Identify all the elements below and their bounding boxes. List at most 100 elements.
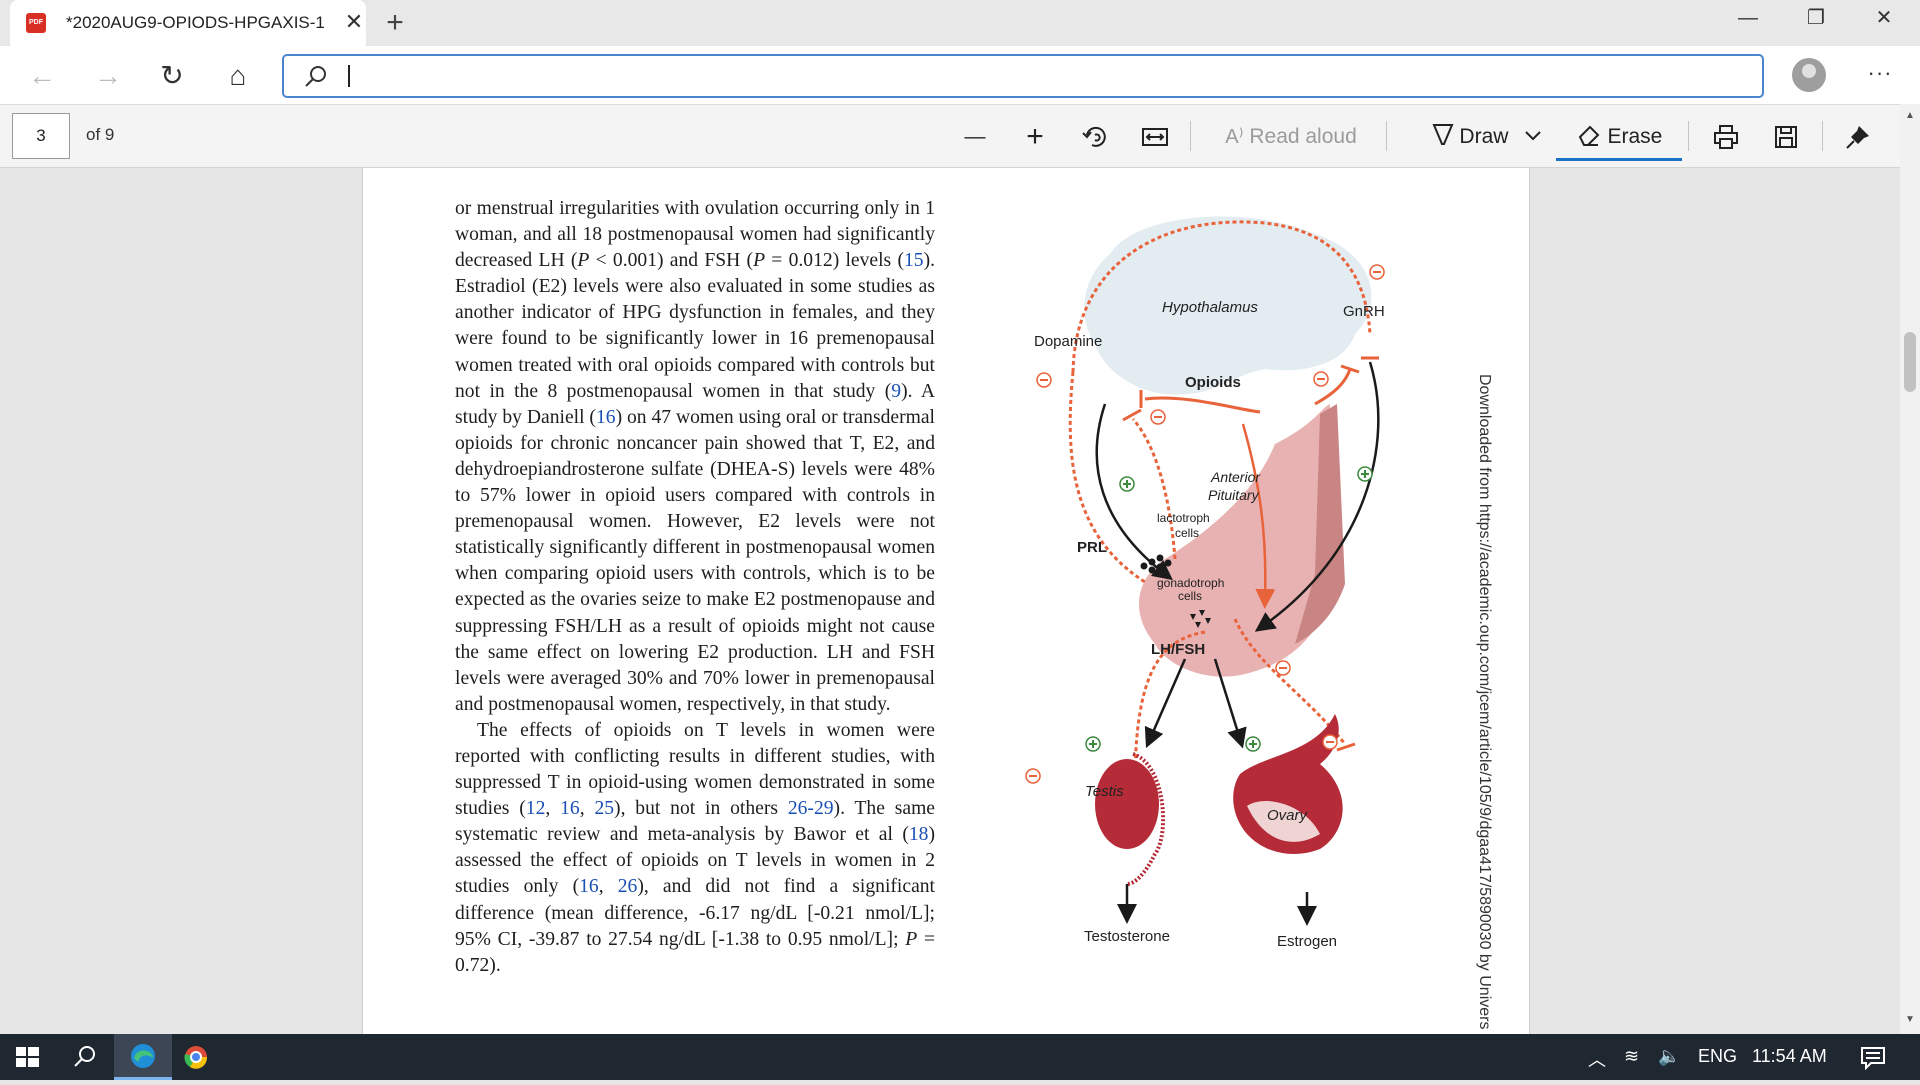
chrome-browser-icon bbox=[184, 1046, 208, 1069]
reference-link[interactable]: 16 bbox=[579, 876, 599, 897]
print-button[interactable] bbox=[1710, 119, 1742, 155]
profile-avatar[interactable] bbox=[1792, 58, 1826, 92]
text-run: P bbox=[905, 928, 918, 950]
label-lactotroph-cells: cells bbox=[1175, 526, 1199, 540]
action-center-icon bbox=[1861, 1047, 1885, 1071]
minimize-button[interactable]: — bbox=[1718, 0, 1778, 38]
home-button[interactable]: ⌂ bbox=[218, 56, 258, 96]
reference-link[interactable]: 25 bbox=[594, 798, 614, 819]
text-run: , bbox=[545, 798, 561, 820]
text-run: ) on 47 women using oral or transdermal … bbox=[455, 406, 935, 715]
text-run: ). Estradiol (E2) levels were also evalu… bbox=[455, 250, 935, 402]
navigation-bar: ← → ↻ ⌂ ··· bbox=[0, 46, 1920, 104]
draw-label: Draw bbox=[1459, 125, 1509, 148]
toolbar-divider bbox=[1386, 121, 1387, 151]
text-run: P bbox=[753, 250, 766, 272]
scrollbar-thumb[interactable] bbox=[1904, 332, 1916, 392]
reference-link[interactable]: 9 bbox=[891, 381, 901, 402]
text-run: P bbox=[577, 250, 590, 272]
scroll-up-arrow-icon[interactable]: ▲ bbox=[1900, 110, 1920, 124]
read-aloud-button[interactable]: A⁾ Read aloud bbox=[1218, 119, 1364, 155]
more-options-button[interactable]: ··· bbox=[1860, 58, 1900, 92]
toolbar-divider bbox=[1688, 121, 1689, 151]
eraser-icon bbox=[1578, 125, 1600, 146]
reference-link[interactable]: 26 bbox=[618, 876, 638, 897]
reference-link[interactable]: 12 bbox=[526, 798, 546, 819]
close-window-button[interactable]: ✕ bbox=[1854, 0, 1914, 38]
wifi-icon[interactable]: ≋ bbox=[1624, 1046, 1639, 1067]
page-number-input[interactable]: 3 bbox=[12, 113, 70, 159]
pin-icon bbox=[1846, 126, 1869, 149]
testis-shape bbox=[1095, 759, 1159, 849]
tab-active[interactable]: PDF *2020AUG9-OPIODS-HPGAXIS-1 ✕ bbox=[10, 0, 366, 46]
vertical-scrollbar[interactable]: ▲ ▼ bbox=[1900, 104, 1920, 1034]
label-opioids: Opioids bbox=[1185, 374, 1241, 391]
erase-button[interactable]: Erase bbox=[1556, 119, 1682, 161]
hpg-axis-figure: Hypothalamus GnRH Dopamine Opioids Anter… bbox=[1025, 216, 1385, 950]
tab-strip: PDF *2020AUG9-OPIODS-HPGAXIS-1 ✕ + — ❐ ✕ bbox=[0, 0, 1920, 46]
draw-button[interactable]: Draw bbox=[1412, 119, 1528, 155]
clock[interactable]: 11:54 AM bbox=[1752, 1046, 1827, 1067]
label-gnrh: GnRH bbox=[1343, 303, 1385, 320]
paragraph-2: The effects of opioids on T levels in wo… bbox=[455, 718, 935, 979]
search-icon bbox=[74, 1046, 95, 1067]
label-anterior: Anterior bbox=[1210, 469, 1261, 485]
notifications-icon[interactable] bbox=[1860, 1046, 1886, 1075]
fit-width-icon bbox=[1142, 128, 1168, 146]
address-bar[interactable] bbox=[282, 54, 1764, 98]
text-run: < 0.001) and FSH ( bbox=[589, 250, 754, 272]
reference-link[interactable]: 15 bbox=[904, 250, 924, 271]
taskbar-search-button[interactable] bbox=[56, 1034, 112, 1080]
forward-button[interactable]: → bbox=[88, 56, 128, 96]
volume-icon[interactable]: 🔈 bbox=[1658, 1046, 1680, 1067]
pdf-toolbar: 3 of 9 — + A⁾ Read aloud Draw Erase bbox=[0, 104, 1920, 168]
watermark-text: Downloaded from https://academic.oup.com… bbox=[1476, 374, 1493, 1030]
reference-link[interactable]: 16 bbox=[596, 407, 616, 428]
taskbar-chrome-button[interactable] bbox=[172, 1034, 228, 1080]
reference-link[interactable]: 16 bbox=[560, 798, 580, 819]
text-run: ), but not in others bbox=[614, 798, 788, 820]
draw-options-chevron-icon[interactable] bbox=[1518, 119, 1548, 155]
reference-link[interactable]: 26-29 bbox=[788, 798, 834, 819]
label-testis: Testis bbox=[1085, 783, 1124, 800]
windows-logo-icon bbox=[16, 1047, 39, 1067]
document-viewer[interactable]: or menstrual irregularities with ovulati… bbox=[0, 168, 1900, 1034]
save-button[interactable] bbox=[1770, 119, 1802, 155]
pdf-page: or menstrual irregularities with ovulati… bbox=[362, 168, 1530, 1034]
text-caret bbox=[348, 65, 350, 87]
erase-label: Erase bbox=[1607, 125, 1663, 148]
printer-icon bbox=[1714, 125, 1738, 149]
new-tab-button[interactable]: + bbox=[378, 6, 412, 40]
label-gonadotroph-cells: cells bbox=[1178, 589, 1202, 603]
tab-title: *2020AUG9-OPIODS-HPGAXIS-1 bbox=[66, 13, 324, 32]
rotate-button[interactable] bbox=[1078, 119, 1112, 155]
label-lactotroph: lactotroph bbox=[1157, 511, 1210, 525]
read-aloud-label: Read aloud bbox=[1249, 125, 1357, 148]
start-button[interactable] bbox=[0, 1034, 56, 1080]
chevron-down-icon bbox=[1525, 131, 1541, 141]
pin-toolbar-button[interactable] bbox=[1842, 119, 1874, 155]
fit-page-button[interactable] bbox=[1138, 119, 1172, 155]
toolbar-divider bbox=[1190, 121, 1191, 151]
label-testosterone: Testosterone bbox=[1084, 928, 1170, 945]
restore-button[interactable]: ❐ bbox=[1786, 0, 1846, 38]
text-run: , bbox=[579, 798, 595, 820]
zoom-out-button[interactable]: — bbox=[958, 119, 992, 155]
zoom-in-button[interactable]: + bbox=[1018, 119, 1052, 155]
refresh-button[interactable]: ↻ bbox=[152, 56, 192, 96]
toolbar-divider bbox=[1822, 121, 1823, 151]
show-hidden-icons-chevron-icon[interactable]: ︿ bbox=[1588, 1046, 1606, 1072]
reference-link[interactable]: 18 bbox=[909, 824, 929, 845]
paragraph-1: or menstrual irregularities with ovulati… bbox=[455, 196, 935, 718]
label-hypothalamus: Hypothalamus bbox=[1162, 299, 1258, 316]
taskbar-edge-button[interactable] bbox=[114, 1034, 172, 1080]
label-estrogen: Estrogen bbox=[1277, 933, 1337, 950]
draw-pen-icon bbox=[1432, 124, 1454, 145]
label-lhfsh: LH/FSH bbox=[1151, 641, 1205, 658]
back-button[interactable]: ← bbox=[22, 56, 62, 96]
download-watermark: Downloaded from https://academic.oup.com… bbox=[1469, 374, 1509, 1034]
save-disk-icon bbox=[1775, 126, 1797, 148]
tab-close-icon[interactable]: ✕ bbox=[340, 8, 368, 36]
scroll-down-arrow-icon[interactable]: ▼ bbox=[1900, 1014, 1920, 1028]
language-indicator[interactable]: ENG bbox=[1698, 1046, 1737, 1067]
